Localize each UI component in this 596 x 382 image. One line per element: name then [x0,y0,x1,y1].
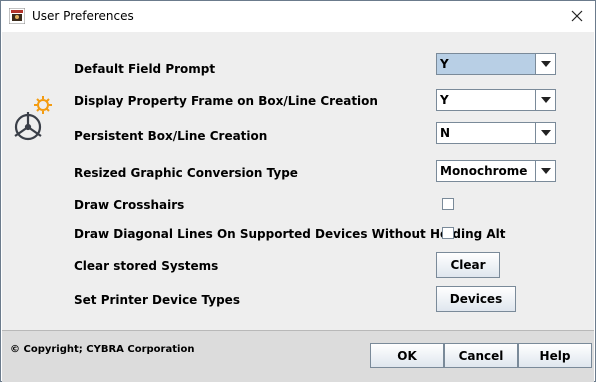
close-icon [571,10,583,22]
display-property-frame-select[interactable]: Y [436,89,556,111]
printer-device-types-label: Set Printer Device Types [74,293,240,307]
draw-crosshairs-label: Draw Crosshairs [74,198,185,212]
help-button[interactable]: Help [518,343,592,368]
draw-diagonal-checkbox[interactable] [442,227,454,239]
display-property-frame-value: Y [440,93,449,107]
app-icon [9,8,25,24]
clear-systems-label: Clear stored Systems [74,259,219,273]
dropdown-arrow-button[interactable] [535,123,555,143]
cancel-button[interactable]: Cancel [444,343,518,368]
window-title: User Preferences [32,9,134,23]
resized-graphic-value: Monochrome [440,164,528,178]
default-field-prompt-select[interactable]: Y [436,53,556,75]
chevron-down-icon [540,168,551,174]
persistent-box-line-select[interactable]: N [436,122,556,144]
devices-button[interactable]: Devices [436,286,516,312]
clear-button[interactable]: Clear [436,252,500,278]
persistent-box-line-label: Persistent Box/Line Creation [74,129,268,143]
title-bar: User Preferences [1,1,595,32]
gears-icon [14,96,52,141]
default-field-prompt-value: Y [440,57,449,71]
settings-panel: Default Field Prompt Y Display Property … [2,32,594,330]
resized-graphic-label: Resized Graphic Conversion Type [74,166,298,180]
dropdown-arrow-button[interactable] [535,161,555,181]
preferences-dialog: User Preferences Default Field Prompt Y … [0,0,596,382]
chevron-down-icon [540,130,551,136]
resized-graphic-select[interactable]: Monochrome [436,160,556,182]
display-property-frame-label: Display Property Frame on Box/Line Creat… [74,94,378,108]
chevron-down-icon [540,61,551,67]
default-field-prompt-label: Default Field Prompt [74,62,216,76]
ok-button[interactable]: OK [370,343,444,368]
draw-diagonal-label: Draw Diagonal Lines On Supported Devices… [74,227,506,241]
dropdown-arrow-button[interactable] [535,54,555,74]
copyright-text: © Copyright; CYBRA Corporation [10,344,195,355]
chevron-down-icon [540,97,551,103]
dropdown-arrow-button[interactable] [535,90,555,110]
persistent-box-line-value: N [440,126,451,140]
draw-crosshairs-checkbox[interactable] [442,198,454,210]
dialog-footer: © Copyright; CYBRA Corporation OK Cancel… [2,330,594,382]
close-button[interactable] [565,5,589,27]
